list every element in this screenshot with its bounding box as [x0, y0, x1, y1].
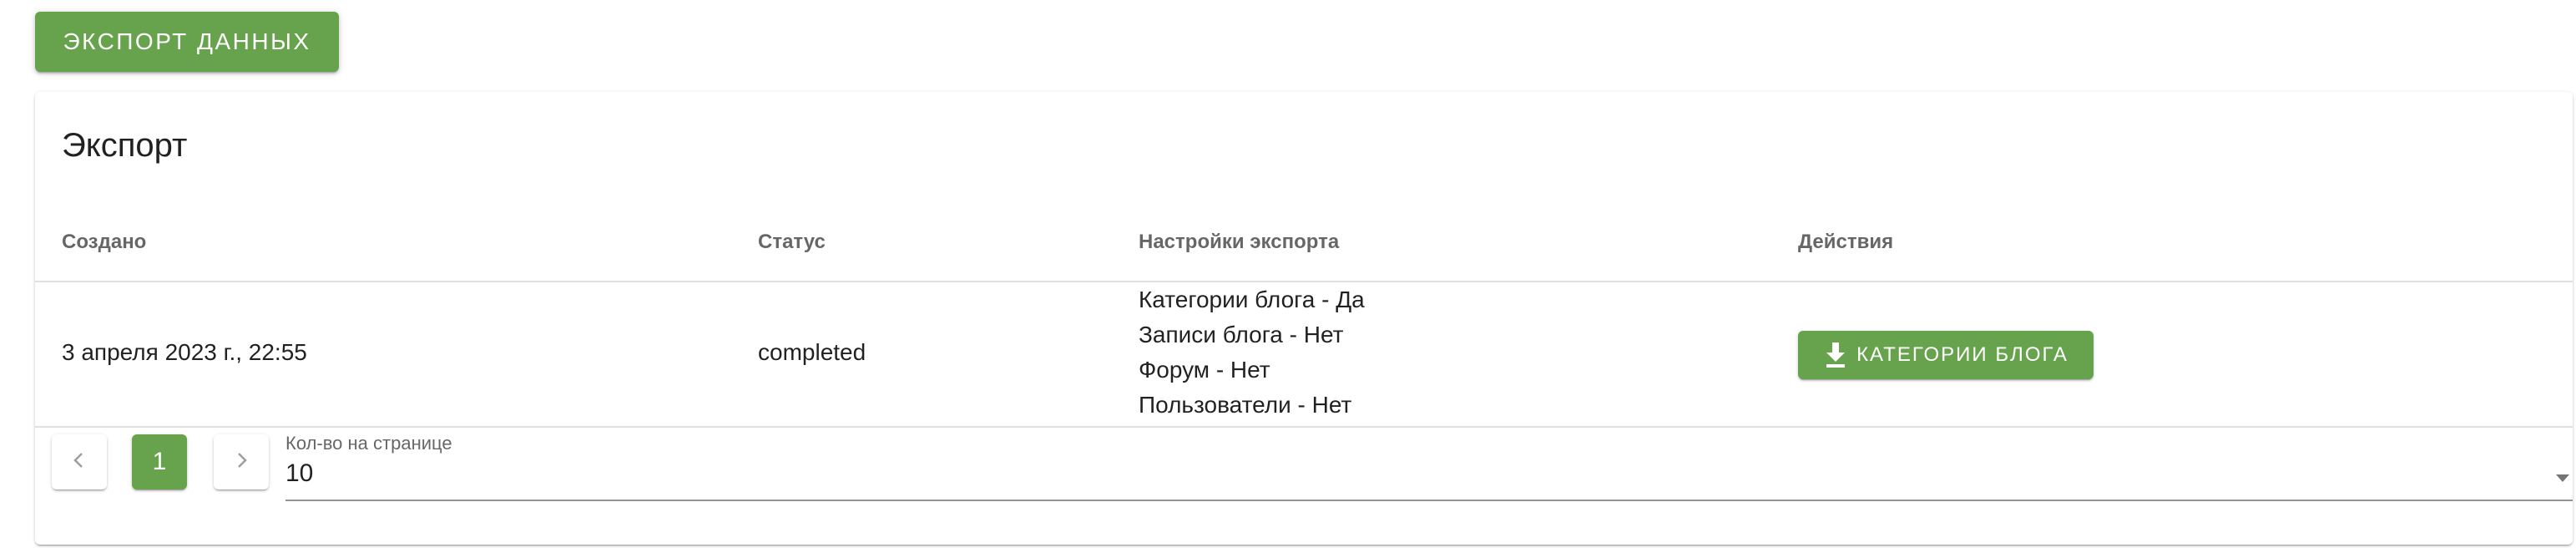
download-blog-categories-button[interactable]: КАТЕГОРИИ БЛОГА — [1798, 331, 2094, 379]
per-page-select[interactable]: 10 — [285, 459, 2573, 501]
download-icon — [1823, 341, 1848, 369]
export-data-button[interactable]: ЭКСПОРТ ДАННЫХ — [35, 12, 339, 72]
download-button-label: КАТЕГОРИИ БЛОГА — [1856, 343, 2068, 366]
setting-item: Записи блога - Нет — [1139, 322, 1344, 347]
column-header-status: Статус — [758, 231, 826, 253]
setting-item: Форум - Нет — [1139, 357, 1270, 383]
export-data-button-label: ЭКСПОРТ ДАННЫХ — [63, 28, 311, 54]
chevron-left-icon — [69, 450, 89, 474]
page-number: 1 — [152, 448, 167, 475]
export-card: Экспорт Создано Статус Настройки экспорт… — [35, 92, 2573, 545]
column-header-actions: Действия — [1798, 231, 1894, 253]
cell-created: 3 апреля 2023 г., 22:55 — [62, 339, 307, 365]
next-page-button[interactable] — [214, 434, 269, 490]
per-page-value: 10 — [285, 459, 314, 487]
card-title: Экспорт — [62, 127, 188, 164]
column-header-settings: Настройки экспорта — [1139, 231, 1340, 253]
prev-page-button[interactable] — [52, 434, 107, 490]
setting-item: Пользователи - Нет — [1139, 392, 1352, 418]
footer-divider — [35, 426, 2573, 428]
per-page-label: Кол-во на странице — [285, 433, 452, 454]
arrow-drop-down-icon — [2553, 468, 2573, 488]
page-button-current[interactable]: 1 — [132, 434, 187, 490]
column-header-created: Создано — [62, 231, 147, 253]
cell-export-settings: Категории блога - Да Записи блога - Нет … — [1139, 282, 1365, 423]
setting-item: Категории блога - Да — [1139, 287, 1365, 312]
chevron-right-icon — [231, 450, 251, 474]
cell-status: completed — [758, 339, 866, 365]
